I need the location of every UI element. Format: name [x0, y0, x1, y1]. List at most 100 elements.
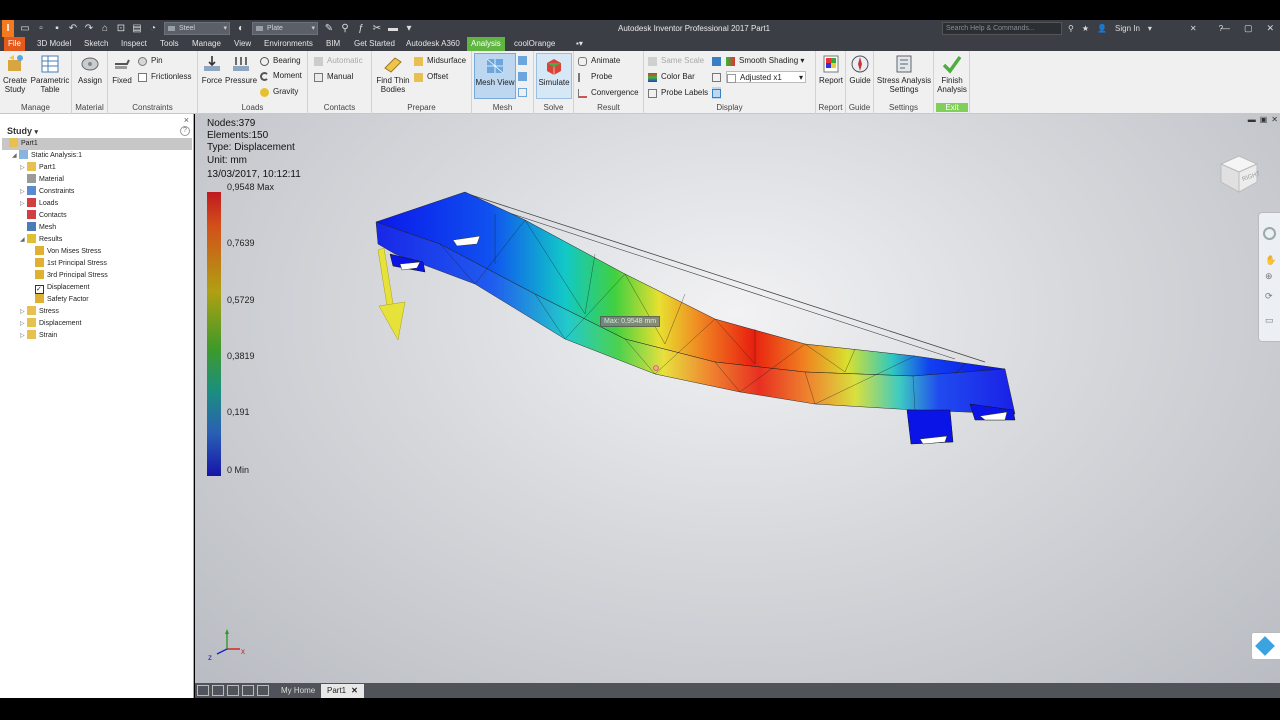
line-color-icon[interactable]: ▬ [388, 23, 398, 34]
convergence-button[interactable]: Convergence [578, 87, 639, 99]
mesh-settings-button[interactable] [518, 54, 527, 66]
tab-3d-model[interactable]: 3D Model [33, 37, 75, 51]
tree-item[interactable]: ◢ Results [20, 234, 62, 246]
appearance-icon[interactable]: ◐ [236, 23, 246, 34]
tab-view[interactable]: View [230, 37, 255, 51]
assign-material-button[interactable]: Assign [76, 54, 104, 85]
graphics-window[interactable]: ▬ ▣ ✕ Nodes:379 Elements:150 Type: Displ… [195, 114, 1280, 683]
cascade-icon[interactable] [197, 685, 209, 696]
expand-toggle-icon[interactable]: ▷ [20, 330, 27, 342]
tab-inspect[interactable]: Inspect [117, 37, 151, 51]
force-button[interactable]: Force [200, 54, 224, 85]
user-icon[interactable]: 👤 [1097, 20, 1107, 37]
tree-item[interactable]: ▷ Constraints [20, 186, 74, 198]
orbit-icon[interactable]: ⟳ [1265, 291, 1273, 302]
expand-toggle-icon[interactable]: ▷ [20, 318, 27, 330]
look-at-icon[interactable]: ▭ [1265, 315, 1274, 326]
offset-button[interactable]: Offset [414, 71, 448, 83]
tree-item[interactable]: Von Mises Stress [28, 246, 101, 258]
tab-tools[interactable]: Tools [156, 37, 183, 51]
tab-manage[interactable]: Manage [188, 37, 225, 51]
expand-toggle-icon[interactable]: ▷ [20, 198, 27, 210]
midsurface-button[interactable]: Midsurface [414, 55, 466, 67]
tree-item[interactable]: ▷ Strain [20, 330, 57, 342]
document-list-icon[interactable] [257, 685, 269, 696]
parametric-table-button[interactable]: Parametric Table [30, 54, 70, 94]
mesh-view-button[interactable]: Mesh View [474, 53, 516, 99]
pan-icon[interactable]: ✋ [1265, 255, 1276, 266]
maximize-icon[interactable]: ▢ [1244, 20, 1253, 37]
expand-icon[interactable]: ▾ [404, 23, 414, 34]
binoculars-icon[interactable]: ⚲ [1068, 20, 1074, 37]
close-icon[interactable]: ✕ [1266, 20, 1274, 37]
probe-button[interactable]: Probe [578, 71, 612, 83]
search-input[interactable]: Search Help & Commands... [942, 22, 1062, 35]
automatic-contacts-button[interactable]: Automatic [314, 55, 363, 67]
tree-item[interactable]: Contacts [20, 210, 67, 222]
beam-model[interactable] [195, 114, 1280, 683]
tab-coolorange[interactable]: coolOrange [510, 37, 559, 51]
tree-item[interactable]: ◢ Static Analysis:1 [12, 150, 82, 162]
minimize-icon[interactable]: — [1221, 20, 1230, 37]
undo-icon[interactable]: ↶ [68, 23, 78, 34]
zoom-icon[interactable]: ⊕ [1265, 271, 1273, 282]
find-thin-bodies-button[interactable]: Find Thin Bodies [374, 54, 412, 94]
same-scale-button[interactable]: Same Scale [648, 55, 704, 67]
displacement-scale-select[interactable]: Adjusted x1 ▾ [726, 71, 806, 83]
appearance-select[interactable]: Plate [252, 22, 318, 35]
sign-in-link[interactable]: Sign In [1115, 20, 1140, 37]
select-icon[interactable]: ⊡ [116, 23, 126, 34]
probe-labels-button[interactable]: Probe Labels [648, 87, 708, 99]
tree-item[interactable]: ✓ Displacement [28, 282, 89, 294]
browser-title[interactable]: Study ▾ [7, 126, 38, 136]
color-icon[interactable]: ◔ [148, 23, 158, 34]
steering-wheel-icon[interactable] [1263, 227, 1276, 240]
min-max-button[interactable] [712, 71, 721, 83]
tab-file[interactable]: File [4, 37, 25, 51]
doc-tab-part1[interactable]: Part1 ✕ [321, 684, 364, 698]
doc-tab-my-home[interactable]: My Home [275, 684, 321, 698]
report-button[interactable]: Report [818, 54, 844, 85]
inventor-logo-icon[interactable]: I [2, 20, 14, 37]
arrange-horizontal-icon[interactable] [227, 685, 239, 696]
tree-item[interactable]: Safety Factor [28, 294, 89, 306]
tab-analysis[interactable]: Analysis [467, 37, 505, 51]
exchange-icon[interactable]: ✕ [1190, 20, 1197, 37]
close-icon[interactable]: ✕ [351, 686, 358, 695]
tree-item[interactable]: ▷ Stress [20, 306, 59, 318]
fx-icon[interactable]: ƒ [356, 23, 366, 34]
tab-bim[interactable]: BIM [322, 37, 344, 51]
material-select[interactable]: Steel [164, 22, 230, 35]
expand-toggle-icon[interactable]: ▷ [20, 162, 27, 174]
close-icon[interactable]: × [184, 115, 189, 125]
tab-autodesk-a360[interactable]: Autodesk A360 [402, 37, 464, 51]
help-icon[interactable]: ? [180, 126, 190, 136]
create-study-button[interactable]: Create Study [2, 54, 28, 94]
manual-contacts-button[interactable]: Manual [314, 71, 353, 83]
boundary-conditions-button[interactable] [712, 55, 721, 67]
new-icon[interactable]: ▭ [20, 23, 30, 34]
simulate-button[interactable]: Simulate [536, 53, 572, 99]
tree-item[interactable]: ▷ Part1 [20, 162, 56, 174]
tab-overflow-icon[interactable]: ▪▾ [572, 37, 587, 51]
shading-select[interactable]: Smooth Shading ▾ [726, 55, 804, 67]
expand-toggle-icon[interactable]: ▷ [20, 306, 27, 318]
tile-icon[interactable] [212, 685, 224, 696]
tab-environments[interactable]: Environments [260, 37, 317, 51]
tree-item[interactable]: Mesh [20, 222, 56, 234]
redo-icon[interactable]: ↷ [84, 23, 94, 34]
chevron-down-icon[interactable]: ▾ [1148, 20, 1152, 37]
tree-item[interactable]: ▷ Loads [20, 198, 58, 210]
expand-toggle-icon[interactable]: ▷ [20, 186, 27, 198]
measure-icon[interactable]: ✂ [372, 23, 382, 34]
pressure-button[interactable]: Pressure [225, 54, 257, 85]
local-mesh-button[interactable] [518, 70, 527, 82]
adjust-icon[interactable]: ⚲ [340, 23, 350, 34]
expand-toggle-icon[interactable]: ◢ [20, 234, 27, 246]
clear-appearance-icon[interactable]: ✎ [324, 23, 334, 34]
stress-analysis-settings-button[interactable]: Stress Analysis Settings [876, 54, 932, 94]
star-icon[interactable]: ★ [1082, 20, 1089, 37]
home-icon[interactable]: ⌂ [100, 23, 110, 34]
animate-button[interactable]: Animate [578, 55, 620, 67]
open-icon[interactable]: ▫ [36, 23, 46, 34]
